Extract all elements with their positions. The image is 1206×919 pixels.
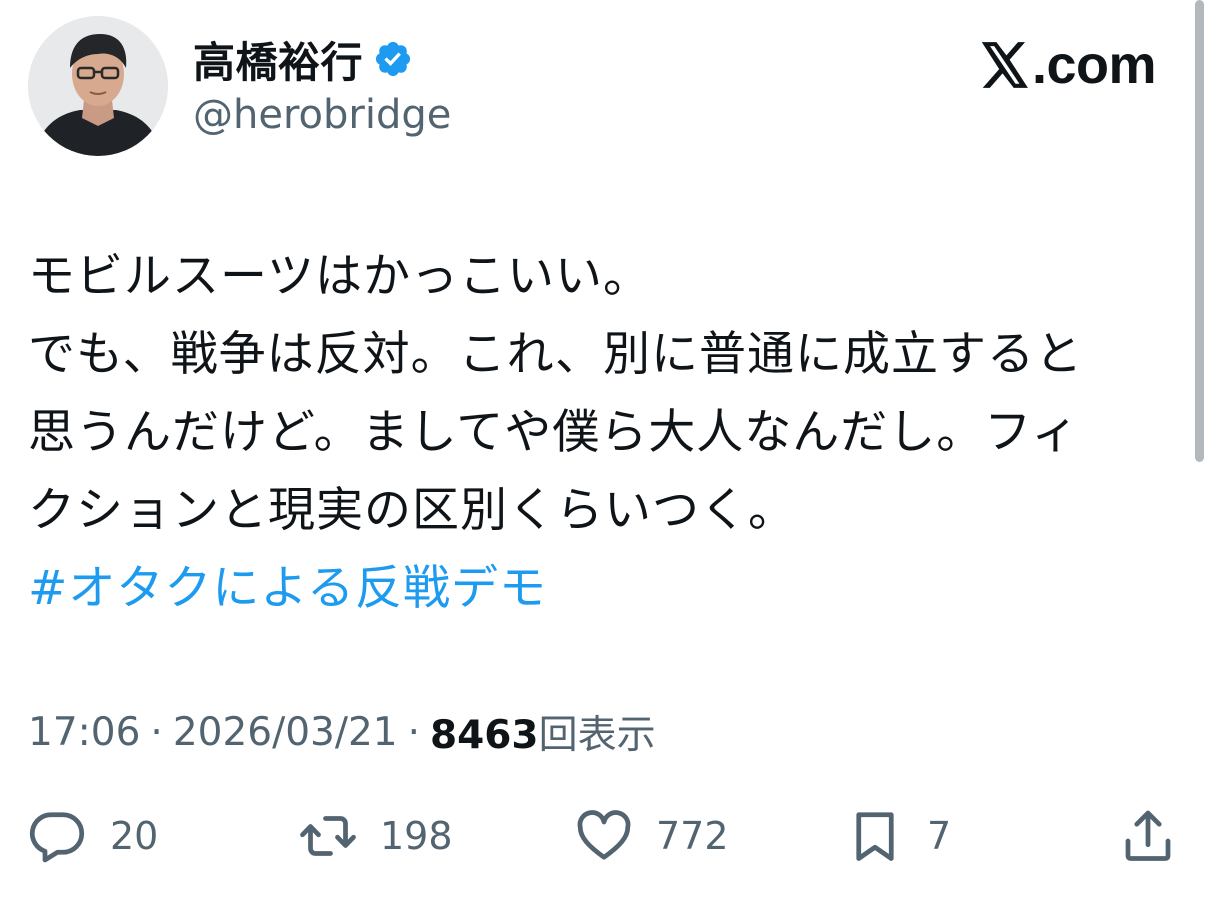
tweet-text: モビルスーツはかっこいい。 でも、戦争は反対。これ、別に普通に成立すると 思うん… bbox=[28, 238, 1158, 628]
display-name-text[interactable]: 高橋裕行 bbox=[193, 29, 363, 90]
meta-separator: · bbox=[150, 709, 163, 755]
bookmark-count: 7 bbox=[927, 814, 952, 858]
tweet-meta: 17:06 · 2026/03/21 · 8463回表示 bbox=[28, 706, 656, 759]
x-logo-icon bbox=[981, 42, 1028, 88]
retweet-icon bbox=[300, 816, 356, 856]
tweet-date[interactable]: 2026/03/21 bbox=[173, 710, 398, 755]
reply-button[interactable]: 20 bbox=[28, 800, 158, 872]
brand-text: .com bbox=[1031, 35, 1157, 95]
share-button[interactable] bbox=[1118, 800, 1178, 872]
tweet-line: モビルスーツはかっこいい。 bbox=[28, 249, 652, 304]
views-label: 回表示 bbox=[538, 713, 656, 758]
scrollbar[interactable] bbox=[1195, 0, 1204, 462]
reply-icon bbox=[29, 812, 85, 863]
tweet-line: でも、戦争は反対。これ、別に普通に成立すると bbox=[28, 327, 1084, 382]
tweet-line: 思うんだけど。ましてや僕ら大人なんだし。フィ bbox=[28, 405, 1080, 460]
author-handle[interactable]: @herobridge bbox=[193, 92, 451, 138]
bookmark-icon bbox=[856, 812, 894, 861]
author-display-name[interactable]: 高橋裕行 bbox=[193, 30, 413, 88]
like-button[interactable]: 772 bbox=[574, 800, 729, 872]
like-count: 772 bbox=[656, 814, 729, 858]
author-avatar[interactable] bbox=[28, 16, 168, 156]
reply-count: 20 bbox=[110, 814, 159, 858]
tweet-line: クションと現実の区別くらいつく。 bbox=[28, 483, 796, 538]
retweet-count: 198 bbox=[380, 814, 453, 858]
hashtag-link[interactable]: #オタクによる反戦デモ bbox=[28, 550, 1158, 628]
bookmark-button[interactable]: 7 bbox=[845, 800, 951, 872]
tweet-time[interactable]: 17:06 bbox=[28, 710, 140, 755]
verified-badge-icon[interactable] bbox=[373, 39, 413, 79]
views-count: 8463 bbox=[430, 713, 539, 758]
person-avatar-photo bbox=[28, 16, 168, 156]
heart-icon bbox=[577, 810, 631, 860]
x-com-logo: .com bbox=[980, 34, 1157, 96]
share-icon bbox=[1125, 810, 1171, 861]
meta-separator: · bbox=[407, 709, 421, 755]
retweet-button[interactable]: 198 bbox=[298, 800, 453, 872]
tweet-actions-bar: 20 198 772 7 bbox=[0, 800, 1206, 872]
